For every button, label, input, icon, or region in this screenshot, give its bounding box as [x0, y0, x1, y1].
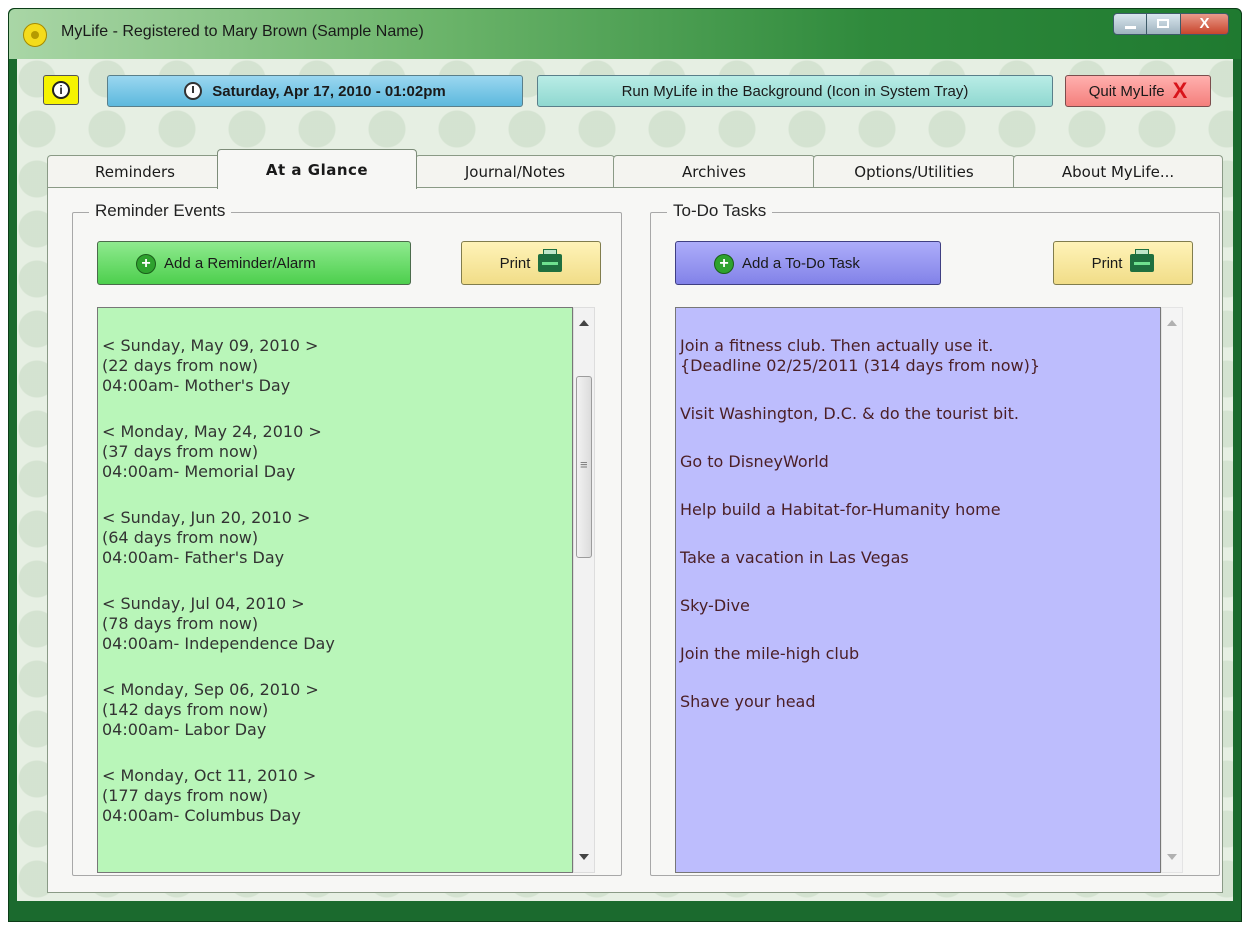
quit-button[interactable]: Quit MyLife X [1065, 75, 1211, 107]
todo-text: Join a fitness club. Then actually use i… [680, 336, 994, 355]
reminder-days-from-now: (64 days from now) [102, 528, 259, 547]
reminder-days-from-now: (78 days from now) [102, 614, 259, 633]
list-item[interactable]: < Sunday, Jul 04, 2010 > (78 days from n… [102, 594, 568, 654]
reminder-days-from-now: (177 days from now) [102, 786, 269, 805]
print-label: Print [499, 254, 531, 272]
sun-app-icon[interactable] [23, 23, 47, 47]
add-todo-button[interactable]: + Add a To-Do Task [675, 241, 941, 285]
reminder-event: 04:00am- Mother's Day [102, 376, 291, 395]
date-time-label: Saturday, Apr 17, 2010 - 01:02pm [212, 82, 446, 100]
list-item[interactable]: < Monday, May 24, 2010 > (37 days from n… [102, 422, 568, 482]
at-a-glance-panel: Reminder Events + Add a Reminder/Alarm P… [47, 187, 1223, 893]
title-bar[interactable]: MyLife - Registered to Mary Brown (Sampl… [9, 9, 1241, 59]
tab-reminders[interactable]: Reminders [47, 155, 223, 187]
caption-buttons: X [1113, 13, 1229, 35]
info-button[interactable]: i [43, 75, 79, 105]
reminder-days-from-now: (142 days from now) [102, 700, 269, 719]
list-item[interactable]: Sky-Dive [680, 596, 1156, 616]
info-icon: i [52, 81, 70, 99]
scroll-up-icon[interactable] [1167, 320, 1177, 326]
close-button[interactable]: X [1181, 13, 1229, 35]
run-in-background-button[interactable]: Run MyLife in the Background (Icon in Sy… [537, 75, 1053, 107]
add-reminder-label: Add a Reminder/Alarm [164, 254, 316, 272]
todo-deadline: {Deadline 02/25/2011 (314 days from now)… [680, 356, 1041, 375]
reminder-days-from-now: (22 days from now) [102, 356, 259, 375]
list-item[interactable]: Join a fitness club. Then actually use i… [680, 336, 1156, 376]
reminder-event: 04:00am- Memorial Day [102, 462, 296, 481]
reminder-event: 04:00am- Father's Day [102, 548, 285, 567]
minimize-button[interactable] [1113, 13, 1147, 35]
scroll-thumb[interactable] [576, 376, 592, 558]
tab-options-utilities[interactable]: Options/Utilities [813, 155, 1015, 187]
tab-journal-notes[interactable]: Journal/Notes [415, 155, 615, 187]
reminder-date: < Monday, Oct 11, 2010 > [102, 766, 317, 785]
list-item[interactable]: < Monday, Oct 11, 2010 > (177 days from … [102, 766, 568, 826]
reminder-events-group: Reminder Events + Add a Reminder/Alarm P… [72, 201, 622, 876]
list-item[interactable]: Go to DisneyWorld [680, 452, 1156, 472]
reminder-date: < Monday, Sep 06, 2010 > [102, 680, 319, 699]
todo-scrollbar[interactable] [1161, 307, 1183, 873]
reminder-event: 04:00am- Columbus Day [102, 806, 301, 825]
scroll-down-icon[interactable] [1167, 854, 1177, 860]
list-item[interactable]: Shave your head [680, 692, 1156, 712]
print-reminders-button[interactable]: Print [461, 241, 601, 285]
add-reminder-button[interactable]: + Add a Reminder/Alarm [97, 241, 411, 285]
todo-tasks-legend: To-Do Tasks [667, 201, 773, 221]
list-item[interactable]: < Monday, Sep 06, 2010 > (142 days from … [102, 680, 568, 740]
add-icon: + [714, 254, 734, 274]
printer-icon [538, 249, 563, 272]
list-item[interactable]: Take a vacation in Las Vegas [680, 548, 1156, 568]
todo-tasks-group: To-Do Tasks + Add a To-Do Task Print Joi… [650, 201, 1220, 876]
print-todos-button[interactable]: Print [1053, 241, 1193, 285]
reminder-list[interactable]: < Sunday, May 09, 2010 > (22 days from n… [97, 307, 573, 873]
reminder-date: < Sunday, Jul 04, 2010 > [102, 594, 305, 613]
tab-about-mylife[interactable]: About MyLife... [1013, 155, 1223, 187]
reminder-event: 04:00am- Labor Day [102, 720, 267, 739]
window-title: MyLife - Registered to Mary Brown (Sampl… [61, 23, 424, 40]
app-window: MyLife - Registered to Mary Brown (Sampl… [8, 8, 1242, 922]
printer-icon [1130, 249, 1155, 272]
scroll-down-icon[interactable] [579, 854, 589, 860]
close-x-icon: X [1172, 78, 1188, 103]
client-area: i Saturday, Apr 17, 2010 - 01:02pm Run M… [17, 59, 1233, 901]
quit-label: Quit MyLife [1088, 82, 1165, 100]
list-item[interactable]: < Sunday, May 09, 2010 > (22 days from n… [102, 336, 568, 396]
reminder-date: < Sunday, May 09, 2010 > [102, 336, 319, 355]
tab-archives[interactable]: Archives [613, 155, 815, 187]
date-time-button[interactable]: Saturday, Apr 17, 2010 - 01:02pm [107, 75, 523, 107]
maximize-button[interactable] [1147, 13, 1181, 35]
tab-at-a-glance[interactable]: At a Glance [217, 149, 417, 189]
reminder-scrollbar[interactable] [573, 307, 595, 873]
clock-icon [184, 82, 203, 100]
list-item[interactable]: Join the mile-high club [680, 644, 1156, 664]
scroll-up-icon[interactable] [579, 320, 589, 326]
list-item[interactable]: Visit Washington, D.C. & do the tourist … [680, 404, 1156, 424]
todo-list[interactable]: Join a fitness club. Then actually use i… [675, 307, 1161, 873]
reminder-date: < Sunday, Jun 20, 2010 > [102, 508, 311, 527]
add-icon: + [136, 254, 156, 274]
reminder-days-from-now: (37 days from now) [102, 442, 259, 461]
reminder-event: 04:00am- Independence Day [102, 634, 335, 653]
reminder-date: < Monday, May 24, 2010 > [102, 422, 322, 441]
list-item[interactable]: < Sunday, Jun 20, 2010 > (64 days from n… [102, 508, 568, 568]
reminder-events-legend: Reminder Events [89, 201, 232, 221]
add-todo-label: Add a To-Do Task [742, 254, 860, 272]
print-label: Print [1091, 254, 1123, 272]
list-item[interactable]: Help build a Habitat-for-Humanity home [680, 500, 1156, 520]
